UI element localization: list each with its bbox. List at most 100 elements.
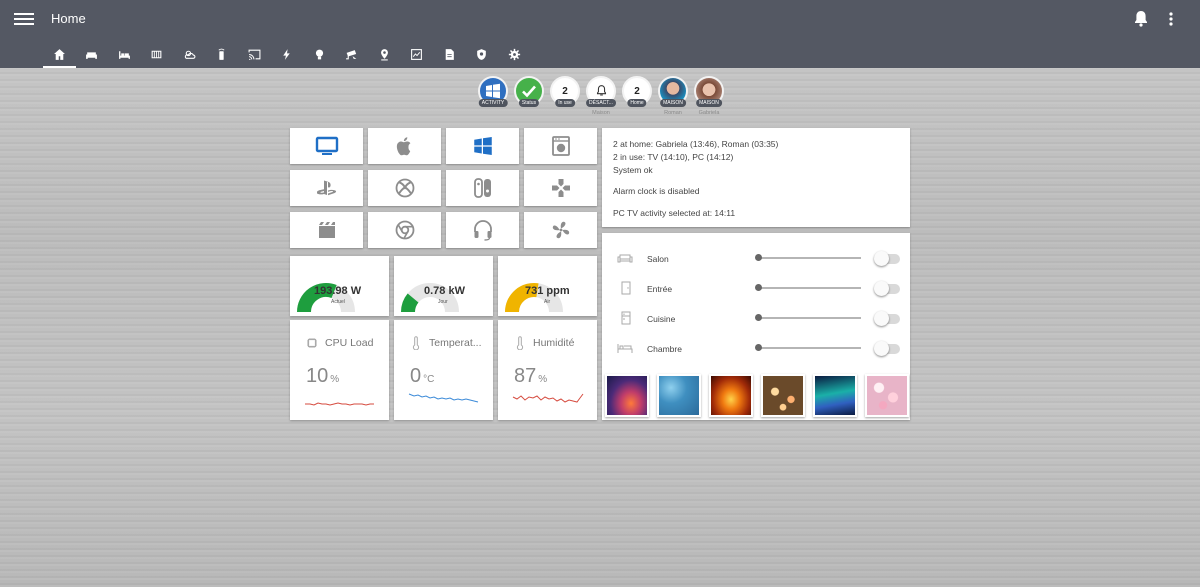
sensor-unit: % (538, 374, 548, 385)
brightness-slider[interactable] (755, 254, 861, 261)
headphones-icon (473, 220, 492, 241)
info-line-in-use: 2 in use: TV (14:10), PC (14:12) (613, 152, 734, 162)
gauge-name: Actuel (331, 299, 345, 305)
cctv-icon (346, 49, 357, 59)
light-toggle[interactable] (874, 311, 900, 326)
gauge-name: Air (544, 299, 551, 305)
scene-water[interactable] (657, 374, 701, 417)
sensor-card-humidity[interactable]: Humidité 87% (498, 320, 597, 420)
slider-knob[interactable] (755, 284, 762, 291)
gauge-air-quality[interactable]: 731 ppm Air (498, 256, 597, 316)
brightness-slider[interactable] (755, 314, 861, 321)
scene-fire[interactable] (709, 374, 753, 417)
sensor-number: 10 (306, 365, 329, 387)
radiator-icon (151, 50, 162, 58)
activity-playstation-button[interactable] (290, 170, 363, 206)
tab-map[interactable] (368, 40, 401, 68)
sensor-value: 87% (514, 365, 547, 388)
tab-home[interactable] (43, 40, 76, 68)
tab-cameras[interactable] (336, 40, 369, 68)
badge-alarm[interactable]: DÉSACT... Maison (586, 76, 616, 116)
slider-knob[interactable] (755, 314, 762, 321)
activity-tv-button[interactable] (290, 128, 363, 164)
badge-label: ACTIVITY (478, 99, 508, 107)
gauge-value: 731 ppm (525, 285, 570, 297)
activity-apple-button[interactable] (368, 128, 441, 164)
light-toggle[interactable] (874, 251, 900, 266)
toggle-knob (874, 341, 889, 356)
tab-energy[interactable] (271, 40, 304, 68)
activity-windows-button[interactable] (446, 128, 519, 164)
tab-cast[interactable] (238, 40, 271, 68)
badge-label: MAISON (696, 99, 722, 107)
light-toggle[interactable] (874, 341, 900, 356)
windows-icon (473, 137, 492, 155)
tab-settings[interactable] (498, 40, 531, 68)
lights-card: Salon Entrée Cuisine Chambre (602, 233, 910, 420)
tab-chambre[interactable] (108, 40, 141, 68)
sensor-value: 0 °C (410, 365, 434, 388)
shield-icon (477, 48, 487, 60)
tab-weather[interactable] (173, 40, 206, 68)
sensor-sparkline (512, 393, 584, 403)
tab-history[interactable] (401, 40, 434, 68)
badge-activity[interactable]: ACTIVITY (478, 76, 508, 107)
file-icon (445, 48, 454, 60)
chart-icon (411, 48, 423, 60)
scene-bokeh[interactable] (761, 374, 805, 417)
door-icon (621, 281, 631, 295)
badge-sub: Roman (664, 110, 682, 116)
badge-sub: Gabriela (698, 110, 720, 116)
info-line-people: 2 at home: Gabriela (13:46), Roman (03:3… (613, 139, 779, 149)
gauge-value: 193.98 W (314, 285, 362, 297)
sensor-card-cpu[interactable]: CPU Load 10% (290, 320, 389, 420)
activity-xbox-button[interactable] (368, 170, 441, 206)
activity-washer-button[interactable] (524, 128, 597, 164)
room-name: Chambre (647, 344, 682, 354)
slider-knob[interactable] (755, 254, 762, 261)
activity-switch-button[interactable] (446, 170, 519, 206)
room-name: Cuisine (647, 314, 676, 324)
badge-in-use[interactable]: 2 In use (550, 76, 580, 107)
tab-heating[interactable] (141, 40, 174, 68)
bed-icon (617, 344, 633, 353)
slider-knob[interactable] (755, 344, 762, 351)
scene-cherry-blossom[interactable] (865, 374, 909, 417)
gamepad-icon (551, 179, 570, 197)
activity-chrome-button[interactable] (368, 212, 441, 248)
fridge-icon (621, 311, 631, 325)
activity-gamepad-button[interactable] (524, 170, 597, 206)
washer-icon (551, 136, 570, 156)
sensor-name: CPU Load (325, 337, 374, 349)
light-toggle[interactable] (874, 281, 900, 296)
tab-logbook[interactable] (433, 40, 466, 68)
scene-sunset-palm[interactable] (605, 374, 649, 417)
badge-home[interactable]: 2 Home (622, 76, 652, 107)
info-line-activity: PC TV activity selected at: 14:11 (613, 208, 736, 218)
nintendo-switch-icon (473, 178, 491, 198)
brightness-slider[interactable] (755, 344, 861, 351)
tab-remote[interactable] (206, 40, 239, 68)
toggle-knob (874, 281, 889, 296)
badge-status[interactable]: Status (514, 76, 544, 107)
gauge-power-day[interactable]: 0.78 kW Jour (394, 256, 493, 316)
badge-label: Status (518, 99, 540, 107)
menu-icon[interactable] (14, 10, 34, 28)
sensor-card-temperature[interactable]: Temperat... 0 °C (394, 320, 493, 420)
brightness-slider[interactable] (755, 284, 861, 291)
activity-fan-button[interactable] (524, 212, 597, 248)
tab-security[interactable] (466, 40, 499, 68)
scene-aurora[interactable] (813, 374, 857, 417)
tab-salon[interactable] (76, 40, 109, 68)
tab-lights[interactable] (303, 40, 336, 68)
notifications-bell-icon[interactable] (1133, 10, 1149, 28)
app-toolbar: Home (0, 0, 1200, 68)
room-name: Entrée (647, 284, 673, 294)
more-vert-icon[interactable] (1164, 10, 1178, 28)
gauge-power-now[interactable]: 193.98 W Actuel (290, 256, 389, 316)
badge-person-roman[interactable]: MAISON Roman (658, 76, 688, 116)
activity-movie-button[interactable] (290, 212, 363, 248)
bell-icon (596, 85, 606, 96)
activity-headphones-button[interactable] (446, 212, 519, 248)
badge-person-gabriela[interactable]: MAISON Gabriela (694, 76, 724, 116)
